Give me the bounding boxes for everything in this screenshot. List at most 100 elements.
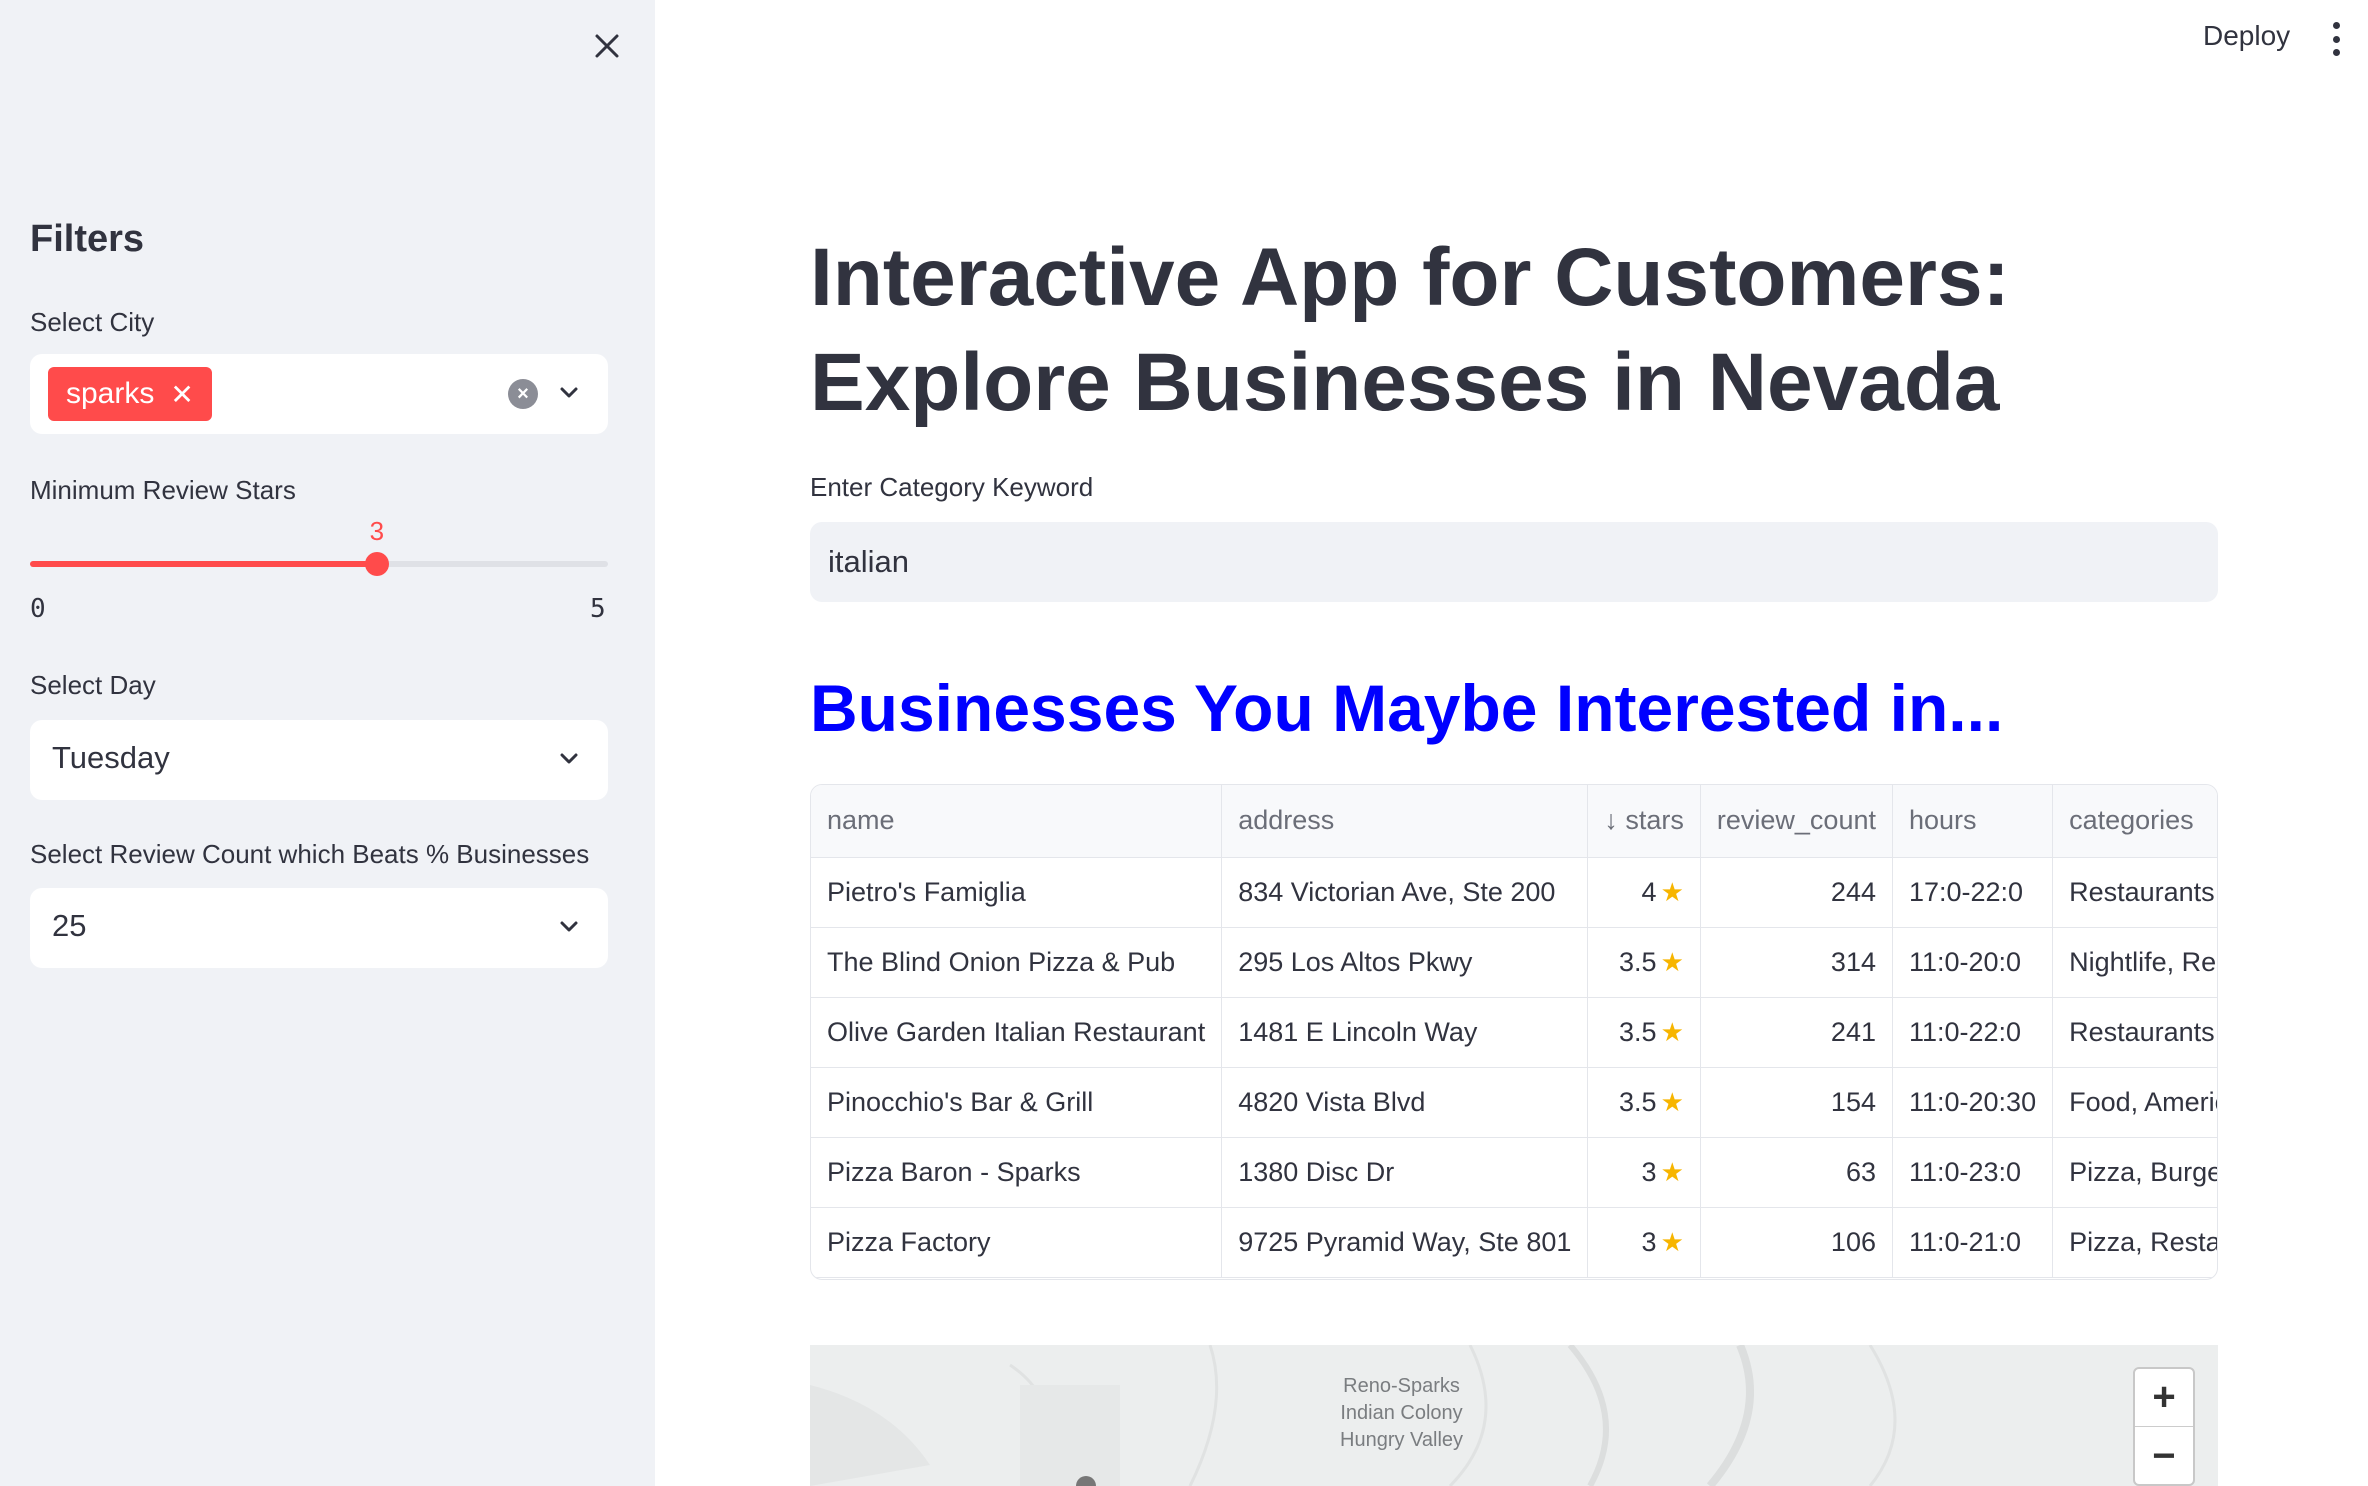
slider-fill — [30, 561, 377, 567]
cell-address: 1380 Disc Dr — [1221, 1137, 1589, 1208]
cell-stars: 4 ★ — [1587, 857, 1701, 928]
map-place-label: Reno-Sparks Indian Colony Hungry Valley — [1340, 1375, 1464, 1451]
cell-review-count: 244 — [1700, 857, 1893, 928]
cell-categories: Pizza, Burgers, N — [2052, 1137, 2217, 1208]
chip-remove-icon[interactable]: ✕ — [170, 378, 193, 411]
cell-address: 1481 E Lincoln Way — [1221, 997, 1589, 1068]
cell-hours: 11:0-23:0 — [1892, 1137, 2054, 1208]
stars-value: 3.5 — [1619, 946, 1657, 977]
stars-slider[interactable] — [30, 552, 608, 576]
column-header[interactable]: hours — [1892, 785, 2054, 858]
column-header[interactable]: ↓ stars — [1587, 785, 1701, 858]
cell-hours: 11:0-21:0 — [1892, 1207, 2054, 1278]
section-title: Businesses You Maybe Interested in... — [810, 671, 2004, 745]
slider-value: 3 — [369, 516, 385, 546]
cell-hours: 17:0-22:0 — [1892, 857, 2054, 928]
cell-stars: 3.5 ★ — [1587, 1067, 1701, 1138]
cell-review-count: 106 — [1700, 1207, 1893, 1278]
chevron-down-icon — [560, 921, 578, 932]
cell-name: Pizza Baron - Sparks — [811, 1137, 1223, 1208]
map[interactable]: Reno-Sparks Indian Colony Hungry Valley … — [810, 1345, 2218, 1486]
cell-hours: 11:0-20:0 — [1892, 927, 2054, 998]
star-icon: ★ — [1660, 1016, 1684, 1047]
cell-review-count: 314 — [1700, 927, 1893, 998]
keyword-label: Enter Category Keyword — [810, 472, 1094, 502]
cell-stars: 3 ★ — [1587, 1207, 1701, 1278]
table-row[interactable]: Pinocchio's Bar & Grill 4820 Vista Blvd … — [811, 1067, 2217, 1138]
star-icon: ★ — [1660, 1086, 1684, 1117]
stars-label: Minimum Review Stars — [30, 475, 296, 505]
cell-stars: 3.5 ★ — [1587, 997, 1701, 1068]
keyword-input[interactable] — [810, 522, 2218, 602]
stars-value: 3.5 — [1619, 1086, 1657, 1117]
cell-name: Pinocchio's Bar & Grill — [811, 1067, 1223, 1138]
cell-address: 9725 Pyramid Way, Ste 801 — [1221, 1207, 1589, 1278]
city-chip: sparks ✕ — [48, 367, 212, 421]
chevron-down-icon[interactable] — [558, 382, 580, 404]
cell-name: Pizza Factory — [811, 1207, 1223, 1278]
column-header[interactable]: review_count — [1700, 785, 1893, 858]
day-select-value: Tuesday — [52, 740, 170, 775]
city-chip-label: sparks — [66, 377, 155, 410]
map-zoom-control: + − — [2133, 1367, 2195, 1486]
cell-address: 295 Los Altos Pkwy — [1221, 927, 1589, 998]
deploy-button[interactable]: Deploy — [2203, 20, 2290, 52]
cell-name: Olive Garden Italian Restaurant — [811, 997, 1223, 1068]
zoom-in-button[interactable]: + — [2135, 1369, 2193, 1427]
map-terrain — [810, 1345, 1897, 1486]
sidebar: Filters Select City sparks ✕ × Minimum R… — [0, 0, 655, 1486]
cell-stars: 3.5 ★ — [1587, 927, 1701, 998]
day-select[interactable]: Tuesday — [30, 720, 608, 800]
table-header-row: name address ↓ stars review_count hours … — [811, 785, 2217, 858]
star-icon: ★ — [1660, 876, 1684, 907]
zoom-out-button[interactable]: − — [2135, 1427, 2193, 1485]
chevron-down-icon — [560, 753, 578, 764]
review-count-value: 25 — [52, 908, 87, 943]
column-header[interactable]: name — [811, 785, 1223, 858]
business-table[interactable]: name address ↓ stars review_count hours … — [810, 784, 2218, 1280]
cell-review-count: 154 — [1700, 1067, 1893, 1138]
star-icon: ★ — [1660, 1226, 1684, 1257]
day-label: Select Day — [30, 670, 156, 700]
cell-address: 4820 Vista Blvd — [1221, 1067, 1589, 1138]
review-count-select[interactable]: 25 — [30, 888, 608, 968]
cell-categories: Nightlife, Restau — [2052, 927, 2217, 998]
slider-min-label: 0 — [30, 594, 46, 624]
table-row[interactable]: Pizza Factory 9725 Pyramid Way, Ste 801 … — [811, 1207, 2217, 1278]
cell-review-count: 63 — [1700, 1137, 1893, 1208]
slider-max-label: 5 — [590, 594, 606, 624]
clear-all-icon[interactable]: × — [508, 379, 538, 409]
stars-value: 4 — [1641, 876, 1657, 907]
slider-thumb[interactable] — [364, 552, 389, 576]
city-multiselect[interactable]: sparks ✕ × — [30, 354, 608, 434]
main-menu-icon[interactable] — [2330, 22, 2342, 56]
cell-stars: 3 ★ — [1587, 1137, 1701, 1208]
close-icon — [595, 34, 619, 58]
column-header[interactable]: categories — [2052, 785, 2217, 858]
cell-address: 834 Victorian Ave, Ste 200 — [1221, 857, 1589, 928]
stars-value: 3.5 — [1619, 1016, 1657, 1047]
stars-value: 3 — [1641, 1226, 1657, 1257]
cell-hours: 11:0-20:30 — [1892, 1067, 2054, 1138]
stars-value: 3 — [1641, 1156, 1657, 1187]
cell-review-count: 241 — [1700, 997, 1893, 1068]
table-row[interactable]: Olive Garden Italian Restaurant 1481 E L… — [811, 997, 2217, 1068]
cell-categories: Restaurants, Itali — [2052, 857, 2217, 928]
cell-hours: 11:0-22:0 — [1892, 997, 2054, 1068]
column-header[interactable]: address — [1221, 785, 1589, 858]
table-row[interactable]: Pietro's Famiglia 834 Victorian Ave, Ste… — [811, 857, 2217, 928]
cell-name: The Blind Onion Pizza & Pub — [811, 927, 1223, 998]
city-label: Select City — [30, 307, 155, 337]
sidebar-title: Filters — [30, 218, 145, 260]
review-count-label: Select Review Count which Beats % Busine… — [30, 839, 590, 869]
table-row[interactable]: Pizza Baron - Sparks 1380 Disc Dr 3 ★ 63 … — [811, 1137, 2217, 1208]
cell-categories: Food, American ( — [2052, 1067, 2217, 1138]
star-icon: ★ — [1660, 946, 1684, 977]
close-sidebar-button[interactable] — [585, 24, 629, 68]
page-title: Interactive App for Customers: Explore B… — [810, 232, 2010, 428]
star-icon: ★ — [1660, 1156, 1684, 1187]
cell-categories: Pizza, Restaurant — [2052, 1207, 2217, 1278]
table-row[interactable]: The Blind Onion Pizza & Pub 295 Los Alto… — [811, 927, 2217, 998]
cell-name: Pietro's Famiglia — [811, 857, 1223, 928]
cell-categories: Restaurants, Sala — [2052, 997, 2217, 1068]
